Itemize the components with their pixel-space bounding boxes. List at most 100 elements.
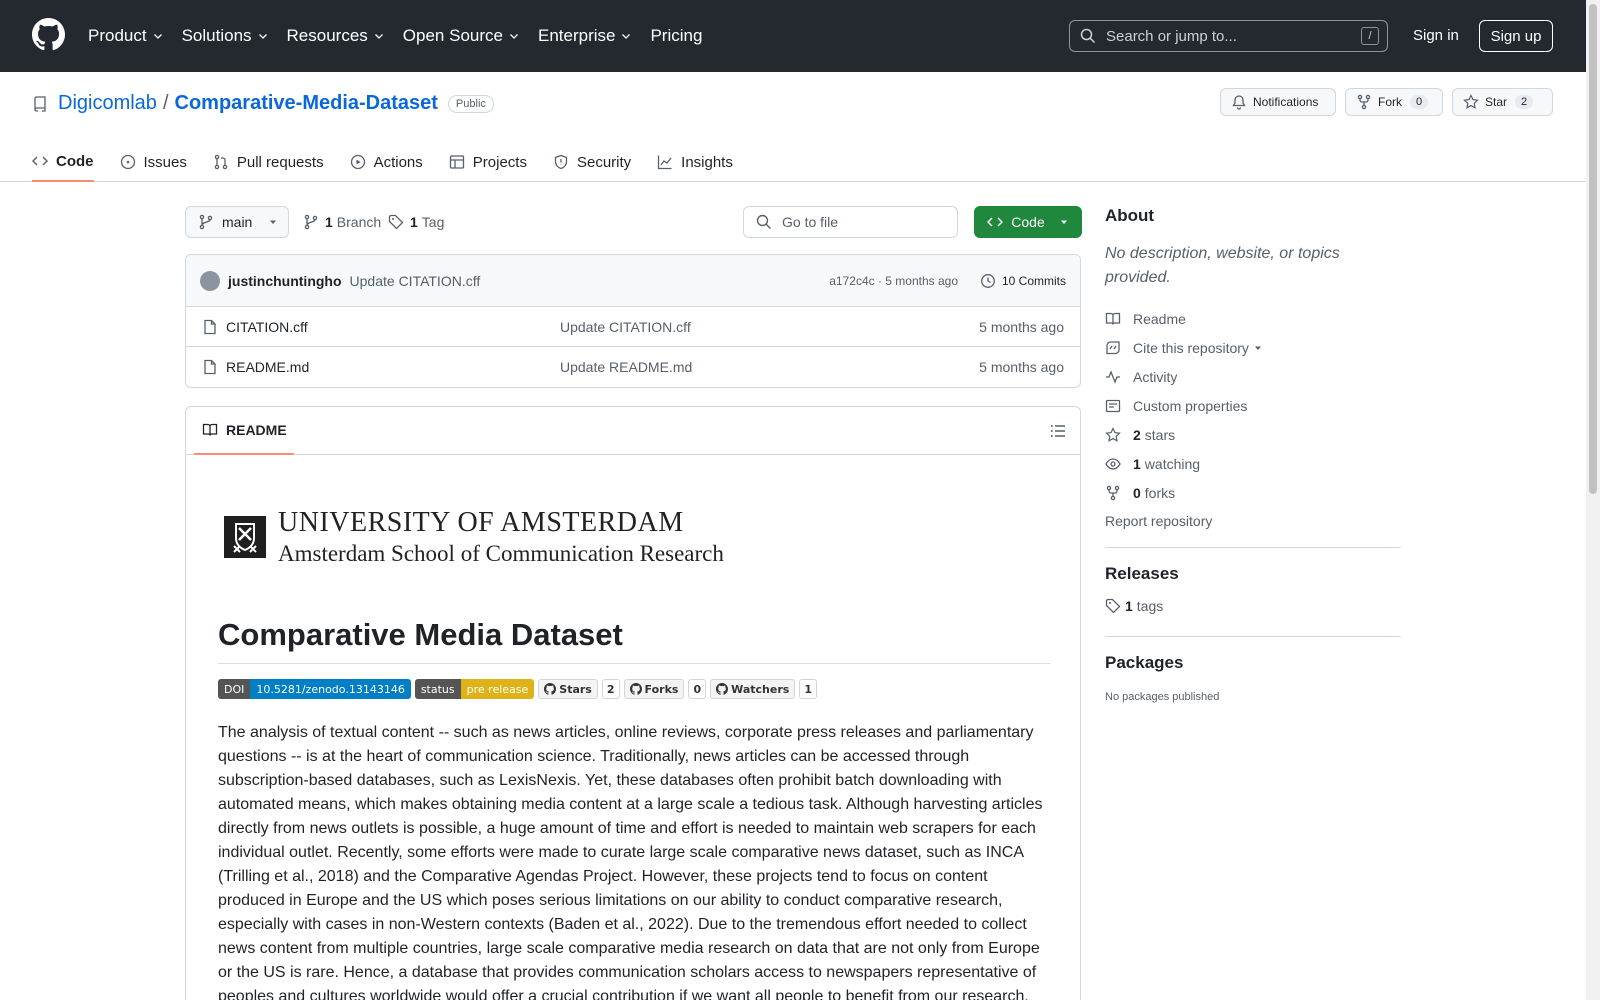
nav-resources[interactable]: Resources bbox=[287, 26, 385, 46]
watchers-badge-count[interactable]: 1 bbox=[799, 679, 817, 699]
activity-link-label: Activity bbox=[1133, 368, 1178, 385]
forks-link[interactable]: 0 forks bbox=[1105, 478, 1401, 507]
divider bbox=[1105, 636, 1401, 637]
file-name[interactable]: CITATION.cff bbox=[226, 319, 308, 335]
branches-link[interactable]: 1 Branch bbox=[303, 214, 381, 230]
watching-link[interactable]: 1 watching bbox=[1105, 449, 1401, 478]
commit-author[interactable]: justinchuntingho bbox=[228, 273, 342, 289]
pulse-icon bbox=[1106, 369, 1120, 384]
pull-request-icon bbox=[214, 154, 228, 170]
custom-properties-link[interactable]: Custom properties bbox=[1105, 391, 1401, 420]
tab-issues[interactable]: Issues bbox=[120, 142, 187, 182]
stars-count: 2 bbox=[1133, 426, 1141, 443]
star-icon bbox=[1105, 426, 1121, 442]
notifications-button[interactable]: Notifications bbox=[1220, 88, 1336, 116]
branch-name: main bbox=[222, 214, 253, 230]
file-commit-message[interactable]: Update CITATION.cff bbox=[560, 319, 691, 335]
nav-product[interactable]: Product bbox=[88, 26, 164, 46]
activity-link[interactable]: Activity bbox=[1105, 362, 1401, 391]
sign-up-button[interactable]: Sign up bbox=[1479, 20, 1553, 52]
search-icon bbox=[1080, 28, 1096, 44]
chevron-down-icon bbox=[622, 34, 631, 39]
star-button[interactable]: Star 2 bbox=[1452, 88, 1553, 116]
readme-title: Comparative Media Dataset bbox=[218, 617, 1050, 664]
table-row[interactable]: README.md Update README.md 5 months ago bbox=[186, 347, 1080, 387]
status-badge[interactable]: status pre release bbox=[414, 679, 535, 699]
repo-tabs: Code Issues Pull requests Actions Projec… bbox=[32, 142, 759, 182]
code-button-label: Code bbox=[1011, 214, 1045, 230]
file-icon bbox=[204, 359, 216, 375]
chevron-down-icon bbox=[374, 34, 383, 39]
search-input[interactable]: Search or jump to... / bbox=[1069, 20, 1388, 52]
tab-insights[interactable]: Insights bbox=[657, 142, 733, 182]
github-forks-badge[interactable]: Forks bbox=[623, 679, 685, 699]
tags-count: 1 bbox=[1125, 598, 1133, 614]
tab-projects[interactable]: Projects bbox=[449, 142, 527, 182]
tab-code[interactable]: Code bbox=[32, 142, 94, 182]
tags-link[interactable]: 1 tags bbox=[1105, 594, 1401, 618]
code-dropdown-button[interactable]: Code bbox=[974, 206, 1082, 238]
watchers-badge-label: Watchers bbox=[731, 682, 790, 696]
go-to-file-input[interactable]: Go to file bbox=[743, 206, 958, 238]
packages-heading[interactable]: Packages bbox=[1105, 653, 1401, 673]
branch-selector[interactable]: main bbox=[185, 206, 289, 238]
readme-tab[interactable]: README bbox=[194, 407, 294, 455]
chevron-down-icon bbox=[153, 34, 162, 39]
nav-enterprise[interactable]: Enterprise bbox=[538, 26, 632, 46]
forks-badge-count[interactable]: 0 bbox=[688, 679, 707, 699]
file-name[interactable]: README.md bbox=[226, 359, 309, 375]
chevron-down-icon bbox=[258, 34, 267, 39]
table-row[interactable]: CITATION.cff Update CITATION.cff 5 month… bbox=[186, 307, 1080, 347]
commits-link[interactable]: 10 Commits bbox=[980, 273, 1066, 289]
fork-icon bbox=[1106, 485, 1120, 500]
go-to-file-placeholder: Go to file bbox=[782, 214, 839, 230]
commit-count: 10 Commits bbox=[1001, 273, 1066, 288]
forks-count: 0 bbox=[1133, 484, 1141, 501]
sign-in-link[interactable]: Sign in bbox=[1413, 27, 1459, 44]
avatar[interactable] bbox=[200, 270, 220, 291]
cite-repository-link[interactable]: Cite this repository bbox=[1105, 333, 1401, 362]
github-logo-icon[interactable] bbox=[32, 18, 65, 51]
tab-actions[interactable]: Actions bbox=[350, 142, 423, 182]
notifications-label: Notifications bbox=[1253, 95, 1319, 109]
repo-header: Digicomlab / Comparative-Media-Dataset P… bbox=[0, 72, 1600, 182]
watching-label: watching bbox=[1144, 455, 1201, 472]
tag-icon bbox=[388, 214, 404, 230]
file-commit-message[interactable]: Update README.md bbox=[560, 359, 692, 375]
page-scrollbar[interactable] bbox=[1586, 0, 1600, 1000]
doi-badge[interactable]: DOI 10.5281/zenodo.13143146 bbox=[218, 679, 411, 699]
scrollbar-thumb[interactable] bbox=[1589, 4, 1597, 494]
tags-link[interactable]: 1 Tag bbox=[388, 214, 444, 230]
nav-solutions[interactable]: Solutions bbox=[182, 26, 269, 46]
fork-count: 0 bbox=[1410, 95, 1429, 109]
commit-meta[interactable]: a172c4c · 5 months ago bbox=[829, 274, 958, 288]
nav-pricing[interactable]: Pricing bbox=[650, 26, 702, 46]
readme-link[interactable]: Readme bbox=[1105, 304, 1401, 333]
releases-heading[interactable]: Releases bbox=[1105, 564, 1401, 584]
status-badge-label: status bbox=[414, 679, 461, 699]
uva-name: UNIVERSITY OF AMSTERDAM bbox=[278, 507, 684, 538]
stars-link[interactable]: 2 stars bbox=[1105, 420, 1401, 449]
repo-name-link[interactable]: Comparative-Media-Dataset bbox=[175, 92, 438, 115]
nav-open-source[interactable]: Open Source bbox=[403, 26, 520, 46]
fork-button[interactable]: Fork 0 bbox=[1345, 88, 1443, 116]
fork-label: Fork bbox=[1378, 95, 1402, 109]
readme-paragraph: The analysis of textual content -- such … bbox=[218, 724, 1043, 1000]
commit-message[interactable]: Update CITATION.cff bbox=[350, 273, 481, 289]
caret-down-icon bbox=[1254, 346, 1261, 350]
report-repository-link[interactable]: Report repository bbox=[1105, 513, 1401, 529]
forks-badge-label: Forks bbox=[644, 682, 679, 696]
latest-commit-bar: justinchuntingho Update CITATION.cff a17… bbox=[186, 255, 1080, 307]
star-count: 2 bbox=[1515, 95, 1534, 109]
repo-owner-link[interactable]: Digicomlab bbox=[58, 92, 157, 115]
branch-icon bbox=[304, 214, 318, 230]
tab-security[interactable]: Security bbox=[553, 142, 631, 182]
tab-pull-requests[interactable]: Pull requests bbox=[213, 142, 324, 182]
github-stars-badge[interactable]: Stars bbox=[538, 679, 598, 699]
branch-label: Branch bbox=[336, 214, 382, 230]
list-icon[interactable] bbox=[1050, 423, 1066, 439]
github-watchers-badge[interactable]: Watchers bbox=[710, 679, 796, 699]
doi-badge-value: 10.5281/zenodo.13143146 bbox=[250, 679, 411, 699]
book-icon bbox=[1105, 312, 1121, 325]
stars-badge-count[interactable]: 2 bbox=[601, 679, 620, 699]
